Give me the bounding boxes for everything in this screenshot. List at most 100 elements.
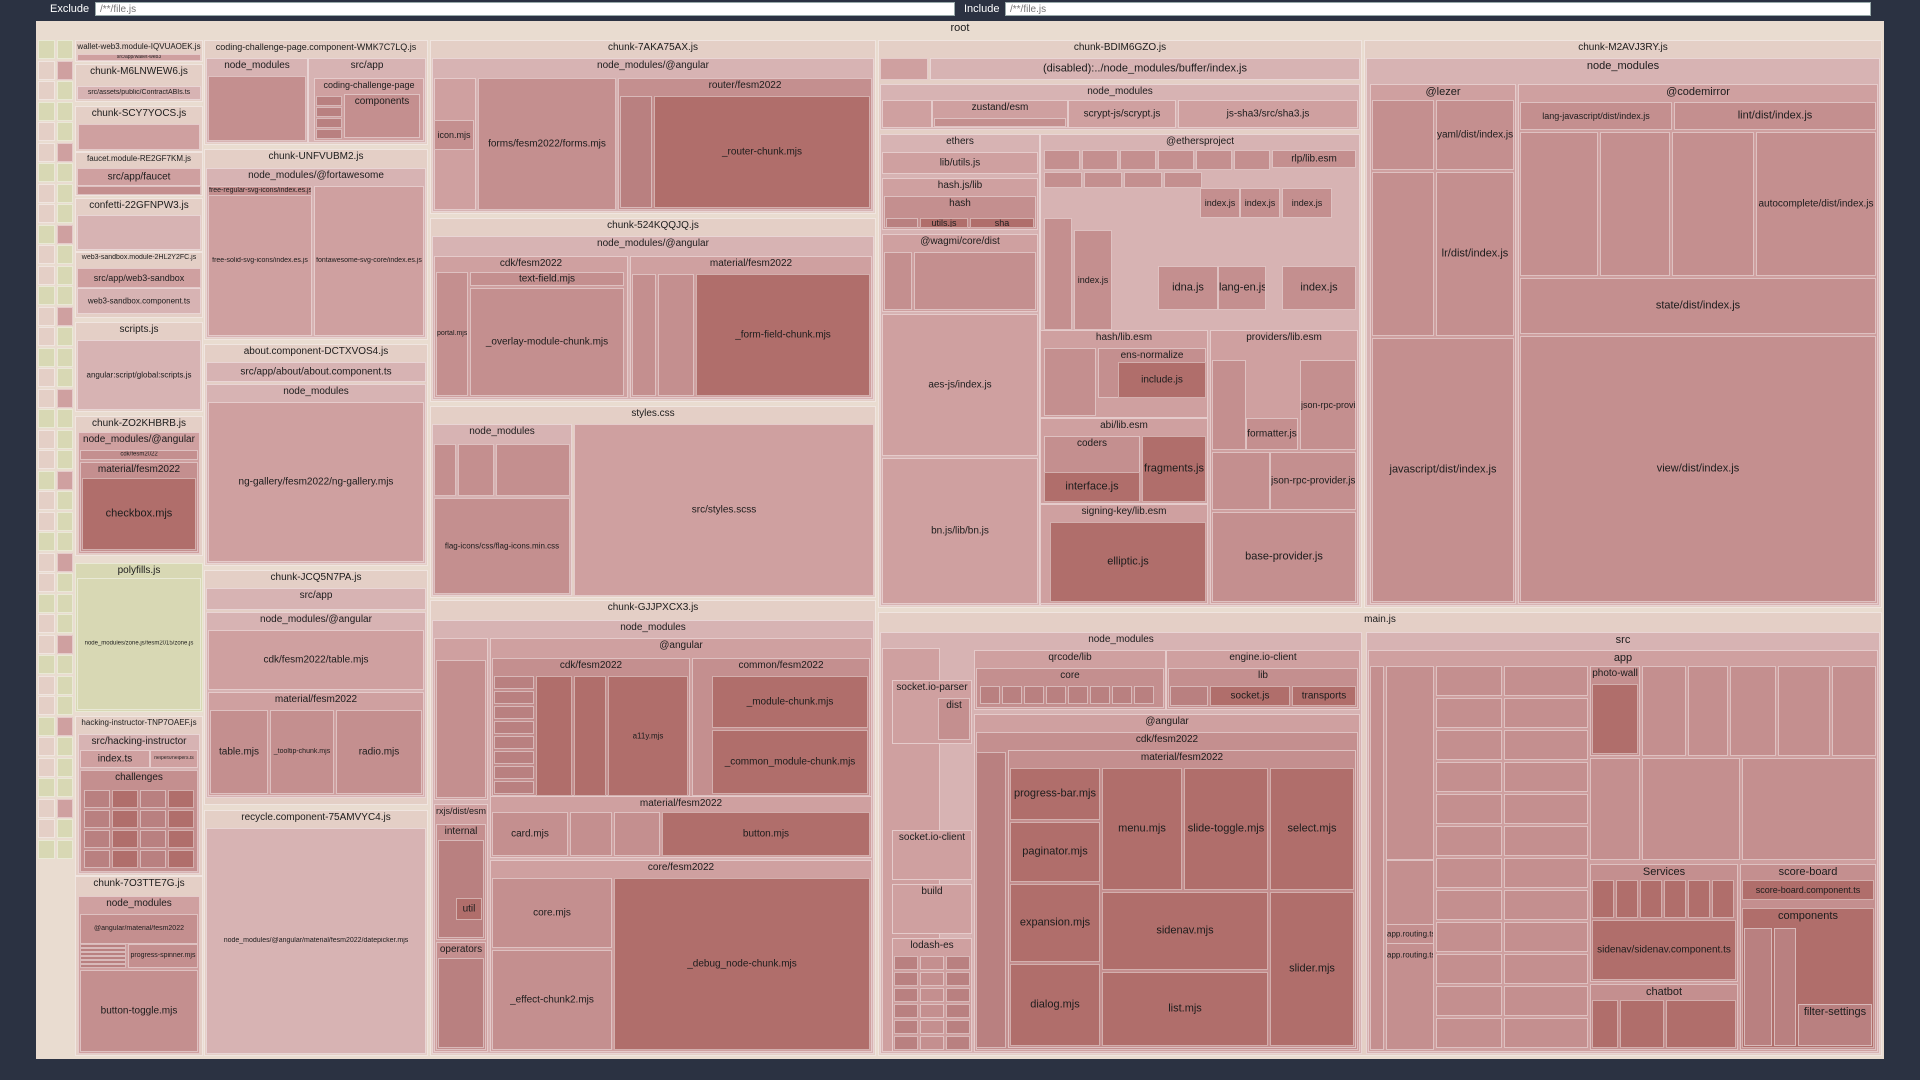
treemap-node-small[interactable] (57, 265, 73, 285)
treemap-node-small[interactable] (57, 470, 73, 490)
treemap-node-small[interactable] (57, 429, 73, 449)
treemap-node-small[interactable] (1112, 686, 1132, 704)
treemap-node-small[interactable] (140, 850, 166, 868)
treemap-node-text-field-mjs[interactable]: text-field.mjs (470, 272, 624, 286)
treemap-node-index-ts[interactable]: index.ts (80, 750, 150, 768)
treemap-node-small[interactable] (38, 737, 55, 756)
treemap-node-small[interactable] (57, 142, 73, 162)
treemap-node-node[interactable] (438, 958, 484, 1048)
treemap-node-build[interactable]: build (892, 884, 972, 934)
treemap-node-small[interactable] (1504, 730, 1588, 760)
treemap-node-small[interactable] (494, 766, 534, 779)
treemap-node-form-field-chunk-mjs[interactable]: _form-field-chunk.mjs (696, 274, 870, 396)
treemap-node-small[interactable] (1002, 686, 1022, 704)
treemap-node-small[interactable] (38, 40, 55, 59)
treemap-node-node[interactable] (438, 840, 484, 938)
treemap-node-small[interactable] (38, 265, 55, 285)
treemap-node-small[interactable] (1124, 172, 1162, 188)
treemap-node-small[interactable] (57, 60, 73, 80)
treemap-node-app-routing-ts[interactable]: app.routing.ts (1386, 860, 1434, 1050)
treemap-node-small[interactable] (57, 573, 73, 592)
treemap-node-core-mjs[interactable]: core.mjs (492, 878, 612, 948)
treemap-node-small[interactable] (140, 790, 166, 808)
treemap-node-small[interactable] (1134, 686, 1154, 704)
treemap-node-small[interactable] (316, 96, 342, 106)
treemap-node-idna-js[interactable]: idna.js (1158, 266, 1218, 310)
treemap-node-small[interactable] (57, 491, 73, 510)
treemap-node-button-mjs[interactable]: button.mjs (662, 812, 870, 856)
treemap-node-node[interactable] (1778, 666, 1830, 756)
treemap-node-filter-settings[interactable]: filter-settings (1798, 1004, 1872, 1046)
treemap-node-node[interactable] (1386, 666, 1434, 860)
include-input[interactable] (1005, 2, 1871, 16)
treemap-node-lib-utils-js[interactable]: lib/utils.js (882, 152, 1038, 174)
treemap-node-index-js[interactable]: index.js (1200, 188, 1240, 218)
treemap-node-small[interactable] (316, 118, 342, 128)
treemap-node-lang-javascript-dist-index-js[interactable]: lang-javascript/dist/index.js (1520, 102, 1672, 130)
treemap-node-small[interactable] (57, 511, 73, 531)
treemap-node-node[interactable] (1520, 132, 1598, 276)
treemap-node-small[interactable] (946, 988, 970, 1002)
treemap-node-small[interactable] (1504, 762, 1588, 792)
treemap-node-small[interactable] (946, 956, 970, 970)
treemap-node-module-chunk-mjs[interactable]: _module-chunk.mjs (712, 676, 868, 728)
treemap-node-small[interactable] (920, 988, 944, 1002)
treemap-node-aes-js-index-js[interactable]: aes-js/index.js (882, 314, 1038, 456)
treemap-node-src-app-faucet[interactable]: src/app/faucet (77, 168, 201, 186)
treemap-node-small[interactable] (80, 964, 126, 968)
treemap-node-utils-js[interactable]: utils.js (920, 218, 968, 228)
treemap-node-sha[interactable]: sha (970, 218, 1034, 228)
treemap-node-small[interactable] (57, 327, 73, 346)
treemap-node-small[interactable] (57, 81, 73, 100)
treemap-node-node[interactable] (1044, 348, 1096, 416)
treemap-node-small[interactable] (1688, 880, 1710, 918)
treemap-node-small[interactable] (1436, 1018, 1502, 1048)
treemap-node-node[interactable] (658, 274, 694, 396)
treemap-node-small[interactable] (38, 696, 55, 715)
treemap-node-small[interactable] (1592, 880, 1614, 918)
treemap-node-small[interactable] (1504, 986, 1588, 1016)
treemap-node-small[interactable] (1158, 150, 1194, 170)
treemap-node-small[interactable] (38, 101, 55, 121)
treemap-node-small[interactable] (38, 491, 55, 510)
treemap-node-small[interactable] (494, 706, 534, 719)
treemap-node-node[interactable] (1730, 666, 1776, 756)
treemap-node-effect-chunk2-mjs[interactable]: _effect-chunk2.mjs (492, 950, 612, 1050)
treemap-node-node[interactable] (1590, 758, 1640, 860)
treemap-node-small[interactable] (1504, 890, 1588, 920)
treemap-node-node-modules-angular-material-fesm2022-datepicker-mjs[interactable]: node_modules/@angular/material/fesm2022/… (206, 828, 426, 1054)
treemap-node-small[interactable] (920, 1004, 944, 1018)
treemap-node-slider-mjs[interactable]: slider.mjs (1270, 892, 1354, 1046)
treemap-node-small[interactable] (946, 1020, 970, 1034)
treemap-node-helpers-helpers-ts[interactable]: helpers/helpers.ts (150, 750, 198, 768)
treemap-node-small[interactable] (84, 790, 110, 808)
treemap-node-yaml-dist-index-js[interactable]: yaml/dist/index.js (1436, 100, 1514, 170)
treemap-node-src-app[interactable]: src/app (206, 588, 426, 610)
treemap-node-js-sha3-src-sha3-js[interactable]: js-sha3/src/sha3.js (1178, 100, 1358, 128)
treemap-node-small[interactable] (494, 691, 534, 704)
treemap-node-small[interactable] (57, 347, 73, 367)
treemap-node-small[interactable] (894, 972, 918, 986)
treemap-node-small[interactable] (1504, 666, 1588, 696)
treemap-node-small[interactable] (57, 204, 73, 223)
treemap-node-small[interactable] (1436, 922, 1502, 952)
treemap-node-small[interactable] (57, 163, 73, 182)
treemap-node-small[interactable] (57, 409, 73, 428)
treemap-node-sidenav-mjs[interactable]: sidenav.mjs (1102, 892, 1268, 970)
treemap-node-small[interactable] (57, 286, 73, 305)
treemap-node-small[interactable] (57, 819, 73, 838)
treemap-node-lr-dist-index-js[interactable]: lr/dist/index.js (1436, 172, 1514, 336)
treemap-node-small[interactable] (38, 327, 55, 346)
treemap-node-slide-toggle-mjs[interactable]: slide-toggle.mjs (1184, 768, 1268, 890)
treemap-node-small[interactable] (38, 60, 55, 80)
treemap-node-node[interactable] (884, 252, 912, 310)
treemap-node-small[interactable] (57, 101, 73, 121)
treemap-node-router-chunk-mjs[interactable]: _router-chunk.mjs (654, 96, 870, 208)
treemap-node-small[interactable] (494, 736, 534, 749)
treemap-node-src-app-wallet-web3[interactable]: src/app/wallet-web3 (77, 54, 201, 61)
treemap-node-score-board-component-ts[interactable]: score-board.component.ts (1742, 880, 1874, 900)
treemap-node-radio-mjs[interactable]: radio.mjs (336, 710, 422, 794)
treemap-node-small[interactable] (38, 224, 55, 244)
treemap-node-small[interactable] (920, 956, 944, 970)
treemap-node-node[interactable] (1672, 132, 1754, 276)
